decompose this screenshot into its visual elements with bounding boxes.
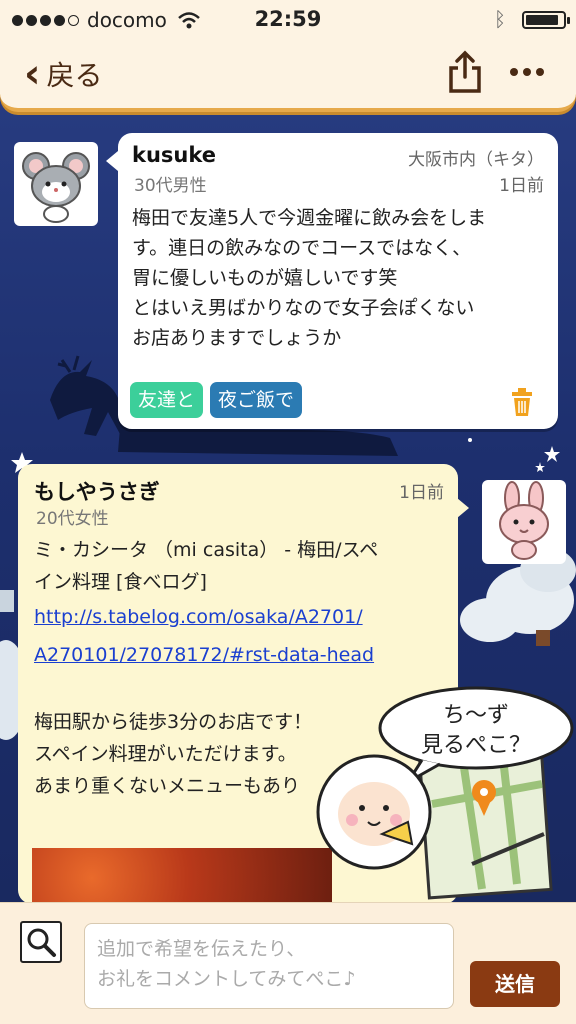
reply-username[interactable]: もしやうさぎ <box>34 476 160 506</box>
mouse-avatar-icon[interactable] <box>14 142 98 226</box>
search-icon <box>27 928 56 957</box>
post-body-line: 胃に優しいものが嬉しいです笑 <box>132 267 398 289</box>
comment-composer: 追加で希望を伝えたり、 お礼をコメントしてみてぺこ♪ 送信 <box>0 902 576 1024</box>
post-body-line: 梅田で友達5人で今週金曜に飲み会をしま <box>132 207 487 229</box>
reply-demographic: 20代女性 <box>36 509 109 529</box>
reply-time: 1日前 <box>399 483 444 503</box>
sheep-map-mascot-icon[interactable]: ち〜ず 見るぺこ？ <box>312 684 576 904</box>
battery-level <box>526 15 559 25</box>
post-body-line: す。連日の飲みなのでコースではなく、 <box>132 237 472 259</box>
share-icon[interactable] <box>446 50 484 94</box>
post-body-line: お店ありますでしょうか <box>132 327 342 349</box>
reply-restaurant-title: イン料理 [食べログ] <box>34 571 207 593</box>
status-bar: docomo 22:59 ᛒ <box>0 0 576 40</box>
more-icon[interactable] <box>510 62 550 82</box>
restaurant-link[interactable]: A270101/27078172/#rst-data-head <box>34 636 454 674</box>
reply-restaurant-title: ミ・カシータ （mi casita） - 梅田/スペ <box>34 539 379 561</box>
post-demographic: 30代男性 <box>134 176 207 196</box>
post-time: 1日前 <box>499 176 544 196</box>
restaurant-photo[interactable] <box>32 848 332 904</box>
chevron-left-icon: ‹ <box>24 51 41 97</box>
back-button[interactable]: ‹ 戻る <box>24 54 103 94</box>
send-button[interactable]: 送信 <box>470 961 560 1007</box>
back-label: 戻る <box>46 59 103 92</box>
search-button[interactable] <box>20 921 62 963</box>
post-body: 梅田で友達5人で今週金曜に飲み会をしま す。連日の飲みなのでコースではなく、 胃… <box>132 203 550 353</box>
mascot-speech-line: ち〜ず <box>443 703 509 728</box>
mascot-speech-line: 見るぺこ？ <box>421 733 531 758</box>
clock: 22:59 <box>254 7 322 31</box>
battery-icon <box>522 11 570 29</box>
comment-input[interactable]: 追加で希望を伝えたり、 お礼をコメントしてみてぺこ♪ <box>84 923 454 1009</box>
bluetooth-icon: ᛒ <box>494 7 506 31</box>
post-card: kusuke 大阪市内（キタ） 30代男性 1日前 梅田で友達5人で今週金曜に飲… <box>106 133 558 429</box>
post-location: 大阪市内（キタ） <box>408 150 544 170</box>
tag-friends[interactable]: 友達と <box>130 382 204 418</box>
trash-icon[interactable] <box>510 387 534 417</box>
rabbit-avatar-icon[interactable] <box>482 480 566 564</box>
restaurant-link[interactable]: http://s.tabelog.com/osaka/A2701/ <box>34 598 454 636</box>
reply-bubble-tail <box>457 498 469 518</box>
post-body-line: とはいえ男ばかりなので女子会ぽくない <box>132 297 475 319</box>
tag-dinner[interactable]: 夜ご飯で <box>210 382 303 418</box>
post-username[interactable]: kusuke <box>132 143 216 167</box>
